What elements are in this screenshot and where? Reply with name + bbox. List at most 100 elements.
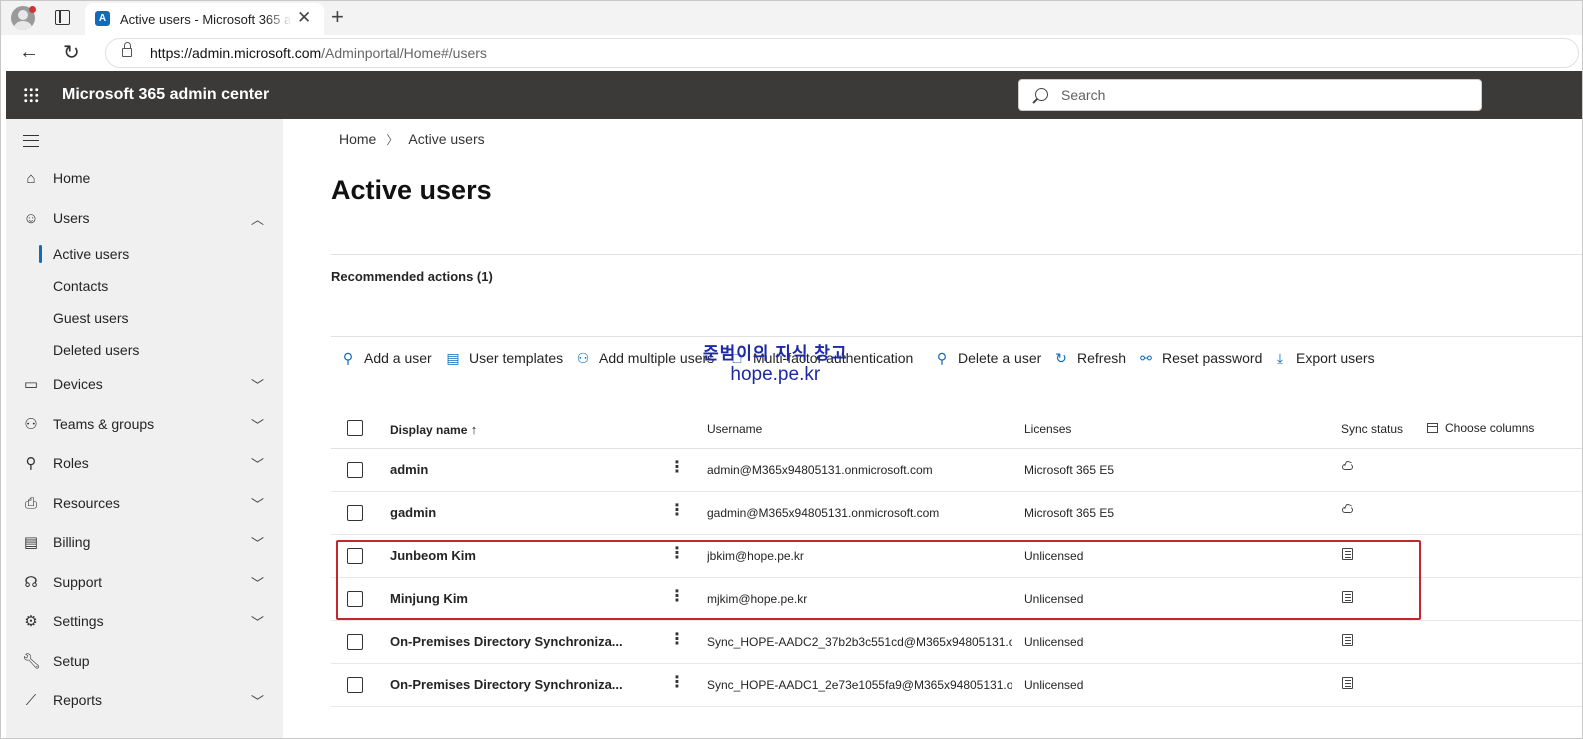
browser-tab-active[interactable]: A Active users - Microsoft 365 admin cen… xyxy=(85,3,324,35)
url-field[interactable]: https://admin.microsoft.com/Adminportal/… xyxy=(105,38,1579,68)
nav-item-settings[interactable]: ⚙ Settings ﹀ xyxy=(6,604,283,640)
delete-user-button[interactable]: ⚲ Delete a user xyxy=(933,350,1041,367)
nav-label: Devices xyxy=(53,376,103,392)
command-label: Add a user xyxy=(364,350,432,366)
more-options-icon[interactable]: ⋮ xyxy=(669,632,685,648)
page-title: Active users xyxy=(331,175,492,205)
back-arrow-icon[interactable]: ← xyxy=(19,41,39,64)
table-row[interactable]: Minjung Kim ⋮ mjkim@hope.pe.kr Unlicense… xyxy=(331,578,1582,621)
nav-sub-label: Guest users xyxy=(53,310,129,326)
nav-sub-active-users[interactable]: Active users xyxy=(6,239,283,269)
shield-icon: □ xyxy=(732,350,742,366)
refresh-button[interactable]: ↻ Refresh xyxy=(1052,350,1126,367)
nav-item-users[interactable]: ☺ Users ︿ xyxy=(6,201,283,237)
user-templates-button[interactable]: ▤ User templates xyxy=(444,350,563,367)
nav-sub-label: Contacts xyxy=(53,278,109,294)
directory-sync-icon xyxy=(1342,634,1353,646)
close-icon[interactable]: ✕ xyxy=(297,9,311,27)
nav-item-resources[interactable]: ⎙ Resources ﹀ xyxy=(6,486,283,522)
row-checkbox[interactable] xyxy=(347,548,363,564)
username-cell: gadmin@M365x94805131.onmicrosoft.com xyxy=(707,506,940,520)
headset-icon: ☊ xyxy=(24,574,38,591)
lock-icon[interactable] xyxy=(122,42,132,57)
nav-item-devices[interactable]: ▭ Devices ﹀ xyxy=(6,367,283,403)
chevron-down-icon: ﹀ xyxy=(251,615,265,630)
row-checkbox[interactable] xyxy=(347,505,363,521)
more-options-icon[interactable]: ⋮ xyxy=(669,589,685,605)
select-all-checkbox[interactable] xyxy=(347,420,363,436)
nav-item-billing[interactable]: ▤ Billing ﹀ xyxy=(6,525,283,561)
app-title[interactable]: Microsoft 365 admin center xyxy=(62,86,269,104)
tab-actions-icon[interactable] xyxy=(55,10,70,25)
directory-sync-icon xyxy=(1342,548,1353,560)
columns-icon xyxy=(1427,423,1438,433)
row-checkbox[interactable] xyxy=(347,634,363,650)
row-checkbox[interactable] xyxy=(347,591,363,607)
directory-sync-icon xyxy=(1342,591,1353,603)
display-name-link[interactable]: On-Premises Directory Synchroniza... xyxy=(390,677,623,692)
mfa-button[interactable]: □ Multi-factor authentication xyxy=(728,350,914,366)
breadcrumb-home-link[interactable]: Home xyxy=(339,131,376,147)
directory-sync-icon xyxy=(1342,677,1353,689)
more-options-icon[interactable]: ⋮ xyxy=(669,546,685,562)
url-text: https://admin.microsoft.com/Adminportal/… xyxy=(150,45,487,61)
nav-item-teams-groups[interactable]: ⚇ Teams & groups ﹀ xyxy=(6,407,283,443)
row-checkbox[interactable] xyxy=(347,462,363,478)
table-row[interactable]: admin ⋮ admin@M365x94805131.onmicrosoft.… xyxy=(331,449,1582,492)
nav-label: Roles xyxy=(53,455,89,471)
more-options-icon[interactable]: ⋮ xyxy=(669,675,685,691)
nav-item-home[interactable]: ⌂ Home xyxy=(6,161,283,197)
column-sync-status[interactable]: Sync status xyxy=(1341,422,1403,436)
display-name-link[interactable]: Minjung Kim xyxy=(390,591,468,606)
display-name-link[interactable]: admin xyxy=(390,462,428,477)
chevron-down-icon: ﹀ xyxy=(251,497,265,512)
display-name-link[interactable]: On-Premises Directory Synchroniza... xyxy=(390,634,623,649)
table-row[interactable]: gadmin ⋮ gadmin@M365x94805131.onmicrosof… xyxy=(331,492,1582,535)
reset-password-button[interactable]: ⚯ Reset password xyxy=(1137,350,1262,367)
nav-item-support[interactable]: ☊ Support ﹀ xyxy=(6,565,283,601)
nav-item-reports[interactable]: ⟋ Reports ﹀ xyxy=(6,683,283,719)
row-checkbox[interactable] xyxy=(347,677,363,693)
browser-window: A Active users - Microsoft 365 admin cen… xyxy=(0,0,1583,739)
command-label: Reset password xyxy=(1162,350,1263,366)
hamburger-menu-icon[interactable] xyxy=(23,135,39,147)
table-row[interactable]: On-Premises Directory Synchroniza... ⋮ S… xyxy=(331,621,1582,664)
key-search-icon: ⚯ xyxy=(1140,350,1152,366)
display-name-link[interactable]: Junbeom Kim xyxy=(390,548,476,563)
nav-sub-guest-users[interactable]: Guest users xyxy=(6,303,283,333)
new-tab-icon[interactable]: + xyxy=(331,4,344,30)
nav-label: Setup xyxy=(53,653,90,669)
nav-sub-contacts[interactable]: Contacts xyxy=(6,271,283,301)
table-row[interactable]: On-Premises Directory Synchroniza... ⋮ S… xyxy=(331,664,1582,707)
chevron-down-icon: ﹀ xyxy=(251,457,265,472)
column-display-name[interactable]: Display name ↑ xyxy=(390,422,477,437)
license-cell: Unlicensed xyxy=(1024,549,1084,563)
nav-item-roles[interactable]: ⚲ Roles ﹀ xyxy=(6,446,283,482)
column-username[interactable]: Username xyxy=(707,422,762,436)
refresh-icon[interactable]: ↻ xyxy=(63,40,80,65)
username-cell: admin@M365x94805131.onmicrosoft.com xyxy=(707,463,933,477)
add-multiple-users-button[interactable]: ⚇ Add multiple users xyxy=(574,350,714,367)
display-name-link[interactable]: gadmin xyxy=(390,505,436,520)
choose-columns-button[interactable]: Choose columns xyxy=(1427,421,1534,435)
person-delete-icon: ⚲ xyxy=(936,350,948,366)
recommended-actions-toggle[interactable]: Recommended actions (1) xyxy=(331,269,493,284)
nav-sub-label: Active users xyxy=(53,246,130,262)
username-cell: mjkim@hope.pe.kr xyxy=(707,592,808,606)
search-input[interactable]: Search xyxy=(1018,79,1482,111)
username-cell: Sync_HOPE-AADC1_2e73e1055fa9@M365x948051… xyxy=(707,678,1012,692)
license-cell: Unlicensed xyxy=(1024,592,1084,606)
nav-label: Users xyxy=(53,210,90,226)
more-options-icon[interactable]: ⋮ xyxy=(669,460,685,476)
nav-sub-deleted-users[interactable]: Deleted users xyxy=(6,335,283,365)
table-row[interactable]: Junbeom Kim ⋮ jbkim@hope.pe.kr Unlicense… xyxy=(331,535,1582,578)
column-licenses[interactable]: Licenses xyxy=(1024,422,1071,436)
more-options-icon[interactable]: ⋮ xyxy=(669,503,685,519)
add-user-button[interactable]: ⚲ Add a user xyxy=(339,350,432,367)
export-users-button[interactable]: ⤓ Export users xyxy=(1271,350,1375,367)
people-add-icon: ⚇ xyxy=(576,350,590,366)
cloud-icon xyxy=(1342,464,1353,470)
nav-item-setup[interactable]: 🔧︎ Setup xyxy=(6,644,283,680)
app-launcher-icon[interactable] xyxy=(23,87,39,103)
main-content: Home 〉 Active users Active users Recommend… xyxy=(283,119,1582,738)
